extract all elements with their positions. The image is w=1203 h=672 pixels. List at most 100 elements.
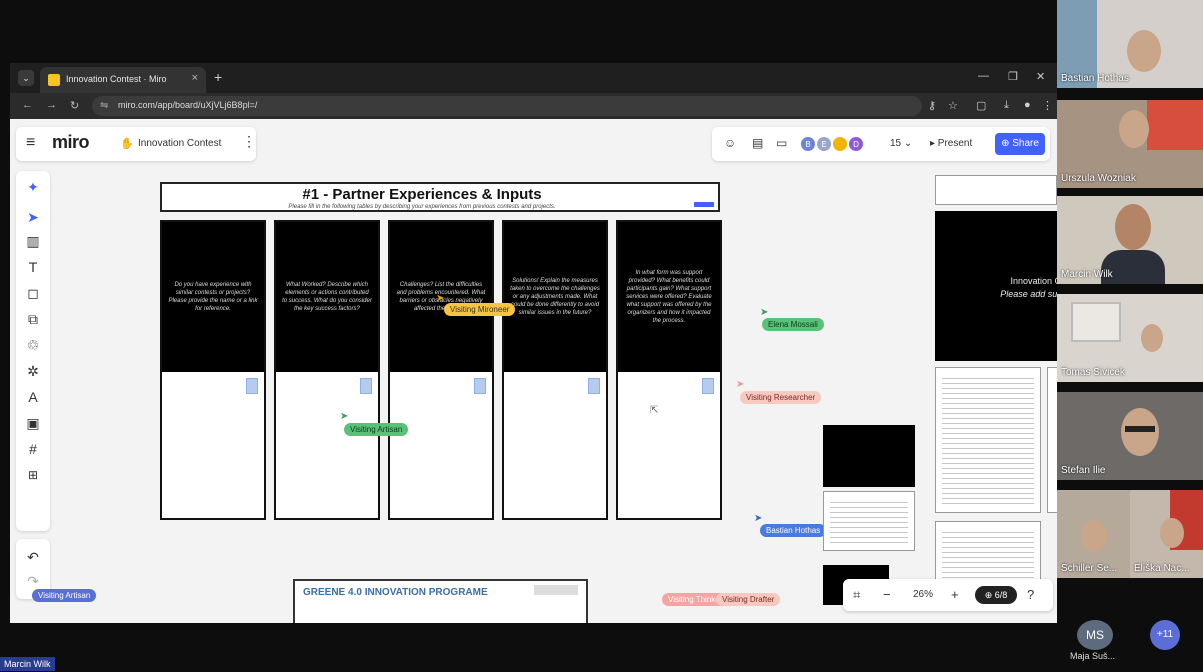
innovation-contest-card[interactable]: Innovation ContestPlease add suggestions	[935, 211, 1057, 361]
maximize-icon[interactable]: ❐	[1008, 70, 1018, 83]
mini-legend-card	[690, 188, 718, 208]
participant-name: Bastian Hothas	[1061, 73, 1129, 84]
cursor-arrow-icon: ➤	[754, 513, 763, 524]
ai-sparkle-icon[interactable]: ✦	[16, 175, 50, 199]
participant-tile[interactable]: Eliška Nac...	[1130, 490, 1203, 578]
undo-icon[interactable]: ↶	[16, 545, 50, 569]
url-text: miro.com/app/board/uXjVLj6B8pl=/	[118, 100, 258, 110]
templates-icon[interactable]: ▥	[16, 229, 50, 253]
connection-line-icon[interactable]: ♲	[16, 333, 50, 357]
miro-board-canvas[interactable]: ≡ miro ✋ Innovation Contest ⋮ ☺ ▤ ▭ B E …	[10, 119, 1057, 623]
browser-window: ⌄ Innovation Contest · Miro × + — ❐ ✕ ← …	[10, 63, 1057, 623]
mindmap-icon[interactable]: ✲	[16, 359, 50, 383]
pen-icon[interactable]: Α	[16, 385, 50, 409]
tab-search-icon[interactable]: ⌄	[18, 70, 34, 86]
cursor-label: Elena Mossali	[762, 318, 824, 331]
black-note-card[interactable]	[823, 425, 915, 487]
reload-icon[interactable]: ↻	[70, 99, 79, 112]
board-more-icon[interactable]: ⋮	[242, 133, 256, 150]
frame-tool-icon[interactable]: #	[16, 437, 50, 461]
main-menu-icon[interactable]: ≡	[26, 134, 35, 152]
sticky-note[interactable]	[474, 378, 486, 394]
select-tool-icon[interactable]: ➤	[16, 205, 50, 229]
greene-title: GREENE 4.0 INNOVATION PROGRAME	[303, 587, 488, 598]
frame-title: #1 - Partner Experiences & Inputs	[302, 186, 542, 203]
participant-tile[interactable]: Schiller Se...	[1057, 490, 1130, 578]
board-name[interactable]: Innovation Contest	[138, 138, 221, 149]
download-icon[interactable]: ⤓	[1004, 99, 1009, 112]
comment-tool-icon[interactable]: ▣	[16, 411, 50, 435]
column-question: Solutions! Explain the measures taken to…	[504, 222, 606, 372]
collaborator-count[interactable]: 15 ⌄	[890, 138, 912, 149]
challenges-column[interactable]: Challenges? List the difficulties and pr…	[388, 220, 494, 520]
tab-miro[interactable]: Innovation Contest · Miro ×	[40, 67, 206, 93]
tab-close-icon[interactable]: ×	[192, 72, 198, 84]
sticky-note[interactable]	[246, 378, 258, 394]
collaborator-avatar[interactable]	[832, 136, 848, 152]
help-icon[interactable]: ?	[1027, 587, 1034, 602]
share-button[interactable]: ⊕ Share	[995, 133, 1045, 155]
table-card[interactable]	[823, 491, 915, 551]
new-tab-icon[interactable]: +	[214, 69, 222, 85]
miro-logo[interactable]: miro	[52, 132, 90, 153]
sticky-note-icon[interactable]: ◻	[16, 281, 50, 305]
sticky-note[interactable]	[360, 378, 372, 394]
cursor-label: Visiting Drafter	[716, 593, 781, 606]
document-card[interactable]	[935, 367, 1041, 513]
zoom-out-icon[interactable]: −	[883, 587, 891, 602]
column-question: What Worked? Describe which elements or …	[276, 222, 378, 372]
minimize-icon[interactable]: —	[978, 70, 989, 82]
support-column[interactable]: In what form was support provided? What …	[616, 220, 722, 520]
participant-tile[interactable]: Marcin Wilk	[1057, 196, 1203, 284]
participant-tile[interactable]: Tomas Sivicek	[1057, 294, 1203, 382]
sticky-note[interactable]	[588, 378, 600, 394]
participant-tile[interactable]: Stefan Ilie	[1057, 392, 1203, 480]
frames-indicator[interactable]: ⊕ 6/8	[975, 586, 1017, 604]
more-participants-button[interactable]: +11	[1150, 620, 1180, 650]
cursor-arrow-icon: ➤	[736, 379, 745, 390]
miro-favicon-icon	[48, 74, 60, 86]
profile-icon[interactable]: ●	[1024, 99, 1031, 111]
zoom-in-icon[interactable]: +	[951, 587, 959, 602]
self-view-name: Marcin Wilk	[0, 657, 55, 671]
close-window-icon[interactable]: ✕	[1036, 70, 1045, 83]
blank-card[interactable]	[935, 175, 1057, 205]
forward-icon[interactable]: →	[46, 99, 57, 111]
more-apps-icon[interactable]: ⊞	[16, 463, 50, 487]
browser-menu-icon[interactable]: ⋮	[1042, 99, 1053, 112]
zoom-level[interactable]: 26%	[913, 589, 933, 600]
greene-program-card[interactable]: GREENE 4.0 INNOVATION PROGRAME	[293, 579, 588, 623]
collaborator-avatar[interactable]: D	[848, 136, 864, 152]
frame-title-card[interactable]: #1 - Partner Experiences & Inputs Please…	[160, 182, 720, 212]
cursor-label: Visiting Mironeer	[444, 303, 516, 316]
what-worked-column[interactable]: What Worked? Describe which elements or …	[274, 220, 380, 520]
participant-name: Marcin Wilk	[1061, 269, 1113, 280]
key-icon[interactable]: ⚷	[928, 99, 936, 112]
fit-to-screen-icon[interactable]: ⌗	[853, 587, 860, 603]
back-icon[interactable]: ←	[22, 99, 33, 111]
participant-avatar[interactable]: MS	[1077, 620, 1113, 650]
collaborator-avatar[interactable]: E	[816, 136, 832, 152]
board-header: ≡ miro ✋ Innovation Contest ⋮	[16, 127, 256, 161]
extensions-icon[interactable]: ▢	[976, 99, 986, 112]
video-call-icon[interactable]: ▭	[776, 136, 787, 150]
experience-column[interactable]: Do you have experience with similar cont…	[160, 220, 266, 520]
url-field[interactable]: ⇋ miro.com/app/board/uXjVLj6B8pl=/	[92, 96, 922, 116]
collaboration-bar: ☺ ▤ ▭ B E D 15 ⌄ ▸ Present ⊕ Share	[712, 127, 1050, 161]
participant-tile[interactable]: Bastian Hothas	[1057, 0, 1203, 88]
collaborator-avatar[interactable]: B	[800, 136, 816, 152]
bookmark-star-icon[interactable]: ☆	[948, 99, 958, 112]
participant-name: Urszula Wozniak	[1061, 173, 1136, 184]
board-emoji-icon: ✋	[120, 138, 134, 150]
participant-tile[interactable]: Urszula Wozniak	[1057, 100, 1203, 188]
comments-icon[interactable]: ▤	[752, 136, 763, 150]
present-button[interactable]: ▸ Present	[930, 134, 992, 154]
sticky-note[interactable]	[702, 378, 714, 394]
tab-title: Innovation Contest · Miro	[66, 74, 167, 84]
reactions-icon[interactable]: ☺	[724, 136, 736, 150]
document-card[interactable]	[1047, 367, 1057, 513]
site-info-icon[interactable]: ⇋	[100, 100, 108, 111]
solutions-column[interactable]: Solutions! Explain the measures taken to…	[502, 220, 608, 520]
text-tool-icon[interactable]: T	[16, 255, 50, 279]
shapes-icon[interactable]: ⧉	[16, 307, 50, 331]
